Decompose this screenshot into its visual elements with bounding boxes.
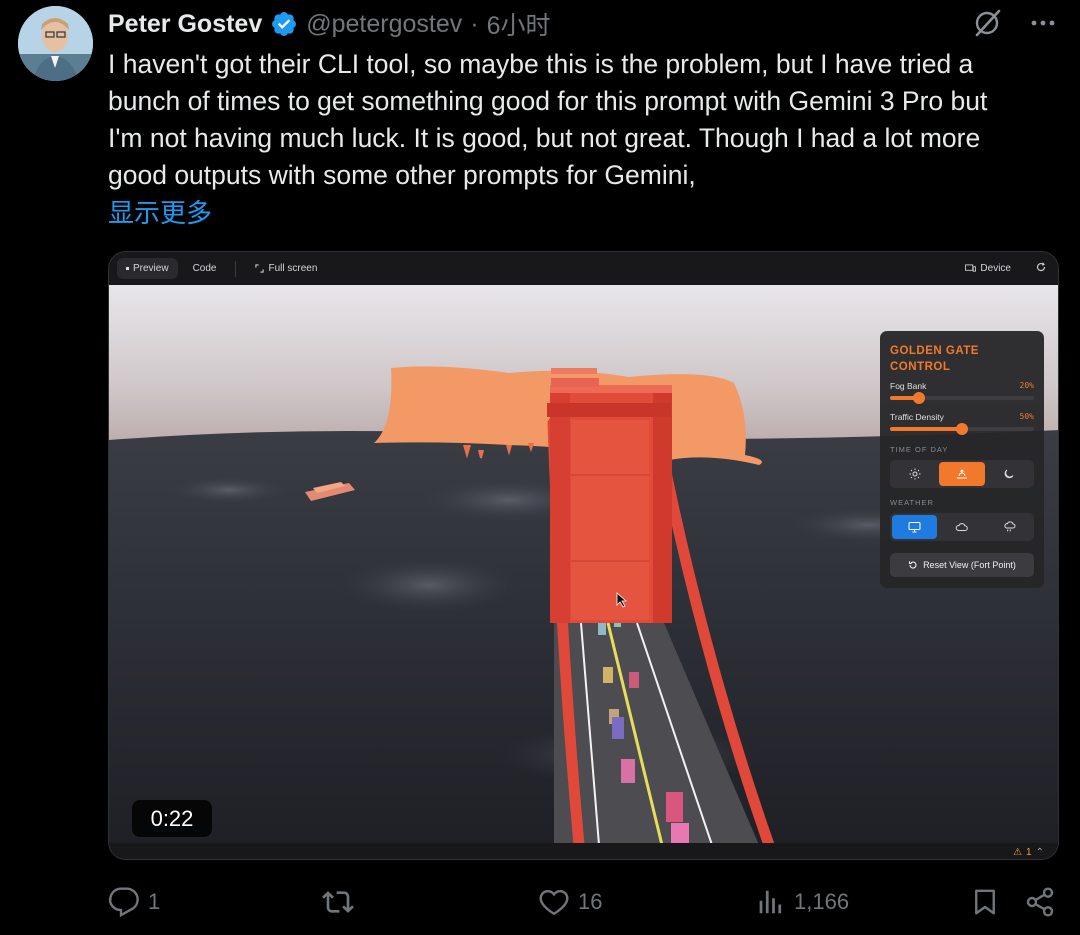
heart-icon — [539, 889, 569, 916]
cloud-icon — [956, 523, 969, 531]
avatar[interactable] — [18, 6, 93, 81]
author-name[interactable]: Peter Gostev — [108, 10, 262, 39]
slider-label: Fog Bank — [890, 381, 927, 391]
time-of-day-label: TIME OF DAY — [890, 445, 949, 454]
monitor-icon — [908, 522, 921, 533]
refresh-icon[interactable] — [1036, 262, 1046, 275]
like-button[interactable]: 16 — [538, 880, 602, 924]
weather-selector — [890, 513, 1034, 541]
slider-value: 20% — [1019, 381, 1034, 390]
more-options-icon[interactable] — [1026, 6, 1060, 40]
reply-icon — [108, 887, 139, 918]
expand-icon — [255, 264, 265, 273]
warning-count: 1 — [1026, 847, 1032, 858]
rain-button[interactable] — [987, 515, 1032, 539]
slider-knob[interactable] — [956, 423, 968, 435]
moon-icon — [1005, 469, 1014, 479]
control-panel: GOLDEN GATE CONTROL Fog Bank 20% Traffic… — [880, 331, 1044, 588]
traffic-density-slider[interactable]: Traffic Density 50% — [890, 412, 1034, 435]
time-of-day-selector — [890, 460, 1034, 488]
grok-icon[interactable] — [970, 6, 1004, 40]
device-label: Device — [980, 263, 1011, 274]
bridge-3d-scene[interactable]: GOLDEN GATE CONTROL Fog Bank 20% Traffic… — [109, 285, 1058, 845]
reset-view-button[interactable]: Reset View (Fort Point) — [890, 553, 1034, 577]
dot-icon — [126, 267, 129, 270]
tweet-actions: 1 16 1,166 — [108, 880, 1058, 924]
tab-code-label: Code — [192, 263, 217, 274]
divider — [235, 260, 237, 277]
cloud-button[interactable] — [939, 515, 984, 539]
views-chart-icon — [759, 890, 782, 914]
sun-icon — [909, 468, 921, 480]
repost-icon — [322, 891, 354, 913]
sunset-button[interactable] — [939, 462, 985, 486]
weather-label: WEATHER — [890, 498, 934, 507]
slider-track[interactable] — [890, 392, 1034, 404]
preview-toolbar: Preview Code Full screen Device — [109, 252, 1058, 285]
reset-icon — [909, 561, 917, 569]
reset-label: Reset View (Fort Point) — [923, 560, 1016, 570]
device-icon — [965, 264, 977, 272]
media-status-bar: ⚠ 1 ⌃ — [109, 843, 1058, 859]
rain-icon — [1004, 521, 1016, 532]
reply-button[interactable]: 1 — [108, 880, 160, 924]
slider-label: Traffic Density — [890, 412, 944, 422]
slider-value: 50% — [1019, 412, 1034, 421]
moon-button[interactable] — [987, 462, 1032, 486]
views-button[interactable]: 1,166 — [756, 880, 849, 924]
share-button[interactable] — [1024, 880, 1056, 924]
header-actions — [970, 6, 1060, 40]
fullscreen-button[interactable]: Full screen — [246, 258, 326, 279]
tab-preview-label: Preview — [133, 263, 169, 274]
fog-bank-slider[interactable]: Fog Bank 20% — [890, 381, 1034, 404]
media-video[interactable]: Preview Code Full screen Device GOLDEN G… — [108, 251, 1059, 860]
tweet-text: I haven't got their CLI tool, so maybe t… — [108, 49, 988, 190]
device-button[interactable]: Device — [956, 258, 1020, 279]
bookmark-icon — [975, 889, 995, 915]
slider-fill — [890, 427, 962, 431]
reply-count: 1 — [148, 889, 161, 914]
post-time[interactable]: 6小时 — [487, 6, 551, 42]
sunset-icon — [956, 469, 967, 479]
slider-track[interactable] — [890, 423, 1034, 435]
repost-button[interactable] — [321, 880, 363, 924]
author-handle[interactable]: @petergostev — [306, 10, 462, 39]
chevron-up-icon: ⌃ — [1035, 847, 1044, 858]
fullscreen-label: Full screen — [268, 263, 318, 274]
sun-button[interactable] — [892, 462, 937, 486]
verified-badge-icon — [270, 10, 298, 38]
warning-indicator[interactable]: ⚠ 1 ⌃ — [1013, 847, 1044, 858]
view-count: 1,166 — [794, 889, 850, 914]
separator-dot: · — [470, 9, 479, 38]
tweet-header: Peter Gostev @petergostev · 6小时 — [108, 6, 551, 42]
tab-preview[interactable]: Preview — [117, 258, 178, 279]
show-more-link[interactable]: 显示更多 — [108, 193, 212, 230]
share-icon — [1026, 887, 1054, 917]
tab-code[interactable]: Code — [184, 258, 226, 279]
video-timecode: 0:22 — [132, 800, 212, 837]
panel-title: GOLDEN GATE CONTROL — [890, 345, 979, 373]
slider-knob[interactable] — [912, 392, 925, 404]
like-count: 16 — [578, 889, 603, 914]
bookmark-button[interactable] — [970, 880, 1000, 924]
clear-button[interactable] — [892, 515, 938, 539]
warning-icon: ⚠ — [1013, 847, 1023, 858]
